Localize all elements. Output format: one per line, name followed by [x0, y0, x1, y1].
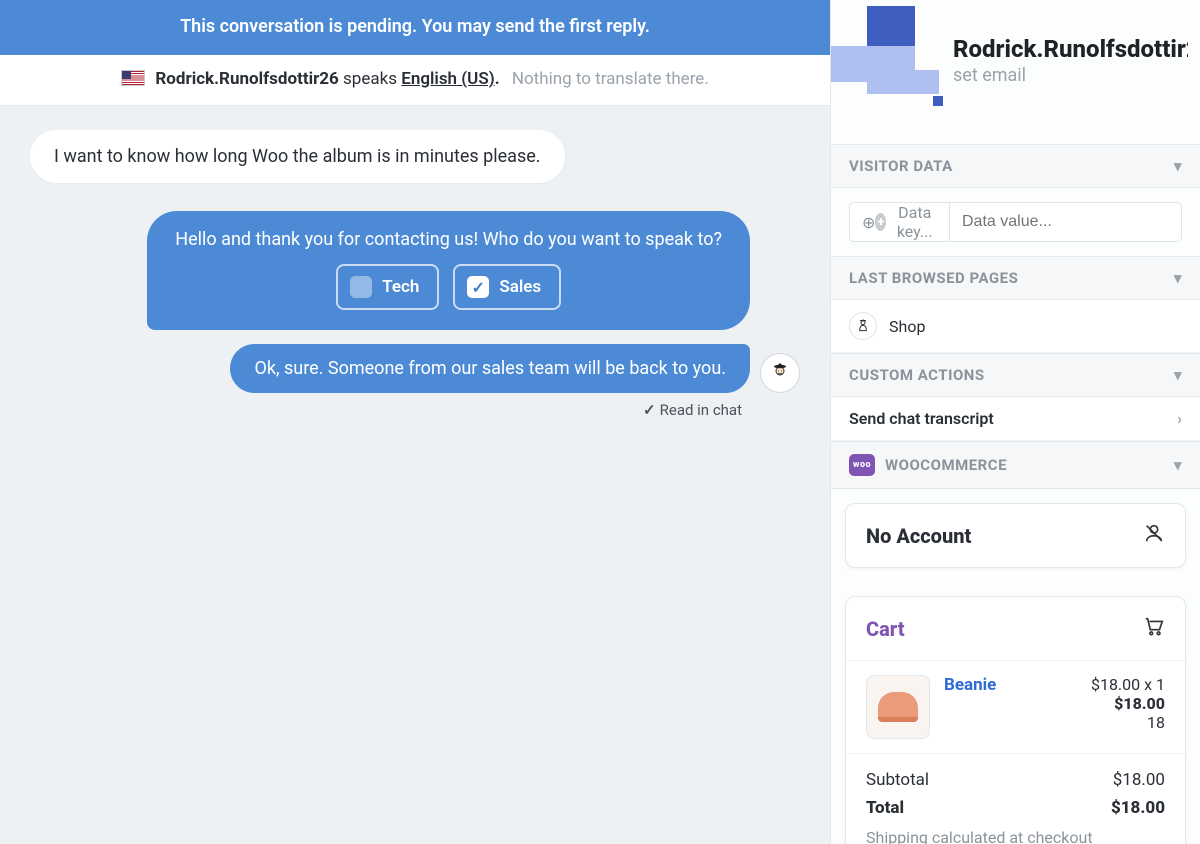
- flag-icon: [121, 70, 145, 86]
- action-send-transcript[interactable]: Send chat transcript ›: [831, 397, 1200, 441]
- profile-block: Rodrick.Runolfsdottir26 set email: [831, 0, 1200, 144]
- page-shop-label: Shop: [889, 317, 925, 336]
- data-key-placeholder: Data key...: [892, 203, 937, 241]
- cart-title: Cart: [866, 617, 905, 641]
- product-total-price: $18.00: [1091, 694, 1165, 713]
- check-icon: ✓: [643, 401, 656, 419]
- total-value: $18.00: [1111, 798, 1165, 818]
- translate-bar: Rodrick.Runolfsdottir26 speaks English (…: [0, 55, 830, 106]
- checkbox-icon: [350, 276, 372, 298]
- checkbox-checked-icon: [467, 276, 489, 298]
- shipping-note: Shipping calculated at checkout: [866, 828, 1165, 844]
- custom-actions-label: CUSTOM ACTIONS: [849, 366, 985, 384]
- message-incoming: I want to know how long Woo the album is…: [30, 130, 565, 183]
- section-custom-actions[interactable]: CUSTOM ACTIONS ▾: [831, 353, 1200, 397]
- chat-scroll[interactable]: I want to know how long Woo the album is…: [0, 106, 830, 844]
- woo-icon: woo: [849, 454, 875, 476]
- chevron-down-icon: ▾: [1174, 366, 1182, 384]
- no-account-label: No Account: [866, 524, 971, 548]
- chevron-right-icon: ›: [1177, 409, 1182, 428]
- agent-avatar-icon: [760, 353, 800, 393]
- agent-face-icon: [768, 361, 792, 385]
- profile-name: Rodrick.Runolfsdottir26: [953, 35, 1188, 63]
- option-sales[interactable]: Sales: [453, 264, 561, 310]
- option-tech-label: Tech: [382, 277, 419, 297]
- visitor-name: Rodrick.Runolfsdottir26: [155, 69, 338, 89]
- subtotal-label: Subtotal: [866, 770, 929, 790]
- plus-icon: +: [875, 213, 886, 231]
- speaks-label: speaks: [343, 69, 397, 89]
- read-indicator: ✓Read in chat: [30, 401, 800, 419]
- send-transcript-label: Send chat transcript: [849, 409, 994, 428]
- subtotal-value: $18.00: [1113, 770, 1165, 790]
- message-outgoing-1: Hello and thank you for contacting us! W…: [147, 211, 750, 330]
- product-line-price: $18.00 x 1: [1091, 675, 1165, 694]
- product-qty: 18: [1091, 713, 1165, 732]
- out1-text: Hello and thank you for contacting us! W…: [175, 229, 722, 250]
- chat-pane: This conversation is pending. You may se…: [0, 0, 830, 844]
- visitor-data-inputs: + Data key...: [831, 188, 1200, 256]
- user-off-icon: [1143, 522, 1165, 549]
- cart-card: Cart Beanie $18.00 x 1 $18.00 18 Subtota…: [845, 596, 1186, 844]
- last-pages-label: LAST BROWSED PAGES: [849, 269, 1018, 287]
- avatar-icon: [831, 6, 939, 114]
- page-shop[interactable]: Shop: [831, 300, 1200, 353]
- data-key-input[interactable]: + Data key...: [849, 202, 950, 242]
- language-link[interactable]: English (US): [401, 69, 494, 89]
- sidebar: Rodrick.Runolfsdottir26 set email VISITO…: [830, 0, 1200, 844]
- option-sales-label: Sales: [499, 277, 541, 297]
- read-text: Read in chat: [660, 401, 742, 419]
- visitor-data-label: VISITOR DATA: [849, 157, 953, 175]
- cart-totals: Subtotal $18.00 Total $18.00 Shipping ca…: [846, 754, 1185, 844]
- pending-banner: This conversation is pending. You may se…: [0, 0, 830, 55]
- section-visitor-data[interactable]: VISITOR DATA ▾: [831, 144, 1200, 188]
- section-last-pages[interactable]: LAST BROWSED PAGES ▾: [831, 256, 1200, 300]
- chevron-down-icon: ▾: [1174, 157, 1182, 175]
- cart-item[interactable]: Beanie $18.00 x 1 $18.00 18: [846, 661, 1185, 754]
- cart-icon: [1143, 615, 1165, 642]
- translate-note: Nothing to translate there.: [512, 69, 709, 89]
- message-outgoing-2: Ok, sure. Someone from our sales team wi…: [230, 344, 750, 393]
- woocommerce-label: WOOCOMMERCE: [885, 456, 1007, 474]
- set-email-button[interactable]: set email: [953, 65, 1188, 86]
- chevron-down-icon: ▾: [1174, 456, 1182, 474]
- page-icon: [849, 312, 877, 340]
- product-name[interactable]: Beanie: [944, 675, 996, 732]
- account-card: No Account: [845, 503, 1186, 568]
- chevron-down-icon: ▾: [1174, 269, 1182, 287]
- total-label: Total: [866, 798, 904, 818]
- product-thumb: [866, 675, 930, 739]
- data-value-input[interactable]: [950, 202, 1182, 242]
- section-woocommerce[interactable]: woo WOOCOMMERCE ▾: [831, 441, 1200, 489]
- option-tech[interactable]: Tech: [336, 264, 439, 310]
